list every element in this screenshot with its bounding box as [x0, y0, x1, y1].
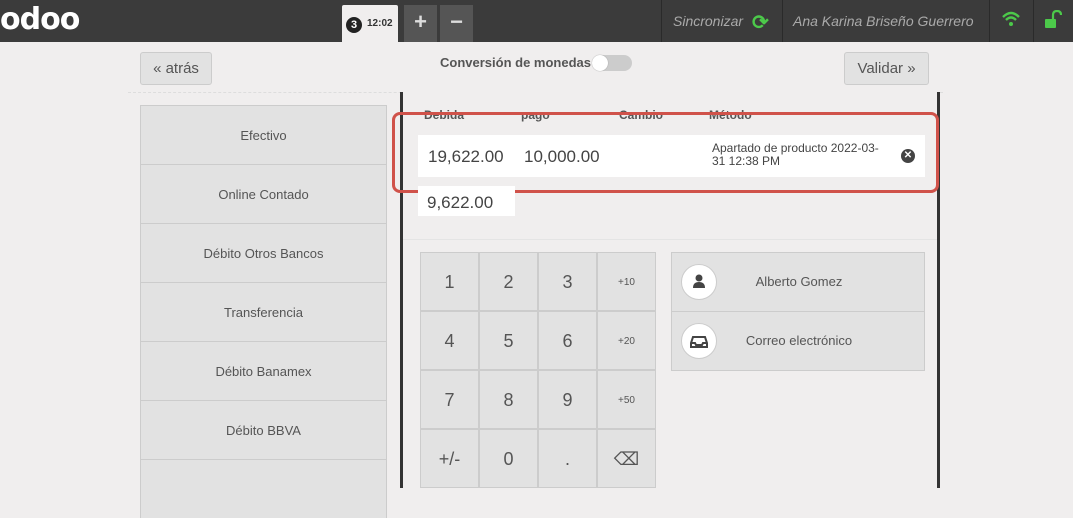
header-divider [782, 0, 783, 42]
header-divider [989, 0, 990, 42]
numpad-key-plus20[interactable]: +20 [597, 311, 656, 370]
email-button[interactable]: Correo electrónico [671, 311, 925, 371]
numpad-key-2[interactable]: 2 [479, 252, 538, 311]
add-order-button[interactable]: + [404, 5, 437, 42]
currency-conversion-toggle[interactable] [592, 55, 632, 71]
numpad-key-3[interactable]: 3 [538, 252, 597, 311]
payment-method-debito-banamex[interactable]: Débito Banamex [140, 341, 387, 400]
sync-label[interactable]: Sincronizar [673, 13, 743, 29]
numpad-key-5[interactable]: 5 [479, 311, 538, 370]
numpad-key-6[interactable]: 6 [538, 311, 597, 370]
top-bar: odoo 3 12:02 + − Sincronizar ⟳ Ana Karin… [0, 0, 1073, 42]
numpad-key-7[interactable]: 7 [420, 370, 479, 429]
user-name[interactable]: Ana Karina Briseño Guerrero [793, 13, 974, 29]
numpad-key-9[interactable]: 9 [538, 370, 597, 429]
header-divider [661, 0, 662, 42]
customer-name: Alberto Gomez [755, 274, 843, 289]
remaining-amount: 9,622.00 [427, 193, 494, 212]
numpad-key-plus10[interactable]: +10 [597, 252, 656, 311]
numpad-key-1[interactable]: 1 [420, 252, 479, 311]
payment-method-more[interactable] [140, 459, 387, 518]
unlock-icon[interactable] [1044, 10, 1062, 30]
payment-method-efectivo[interactable]: Efectivo [140, 105, 387, 164]
payment-method-online-contado[interactable]: Online Contado [140, 164, 387, 223]
highlight-annotation [392, 112, 939, 193]
payment-method-debito-bbva[interactable]: Débito BBVA [140, 400, 387, 459]
backspace-icon[interactable]: ⌫ [597, 429, 656, 488]
numpad-key-4[interactable]: 4 [420, 311, 479, 370]
payment-method-debito-otros-bancos[interactable]: Débito Otros Bancos [140, 223, 387, 282]
order-time: 12:02 [367, 18, 393, 29]
wifi-icon [1002, 11, 1020, 26]
remove-order-button[interactable]: − [440, 5, 473, 42]
numpad-key-sign[interactable]: +/- [420, 429, 479, 488]
section-divider [403, 239, 937, 240]
remaining-amount-box: 9,622.00 [418, 186, 515, 216]
numpad-key-0[interactable]: 0 [479, 429, 538, 488]
numpad-key-plus50[interactable]: +50 [597, 370, 656, 429]
email-label: Correo electrónico [745, 333, 853, 348]
currency-conversion-label: Conversión de monedas [440, 55, 591, 70]
toggle-knob [592, 55, 608, 71]
payment-methods-list: Efectivo Online Contado Débito Otros Ban… [140, 105, 387, 518]
numpad-key-decimal[interactable]: . [538, 429, 597, 488]
validate-button[interactable]: Validar » [844, 52, 929, 85]
payment-method-transferencia[interactable]: Transferencia [140, 282, 387, 341]
header-divider [1033, 0, 1034, 42]
sync-icon[interactable]: ⟳ [752, 10, 769, 35]
customer-button[interactable]: Alberto Gomez [671, 252, 925, 312]
order-tab[interactable]: 3 12:02 [342, 5, 398, 42]
back-button[interactable]: « atrás [140, 52, 212, 85]
numpad-key-8[interactable]: 8 [479, 370, 538, 429]
odoo-logo: odoo [0, 2, 80, 37]
numpad: 1 2 3 +10 4 5 6 +20 7 8 9 +50 +/- 0 . ⌫ [420, 252, 656, 488]
order-number-badge: 3 [346, 17, 362, 33]
